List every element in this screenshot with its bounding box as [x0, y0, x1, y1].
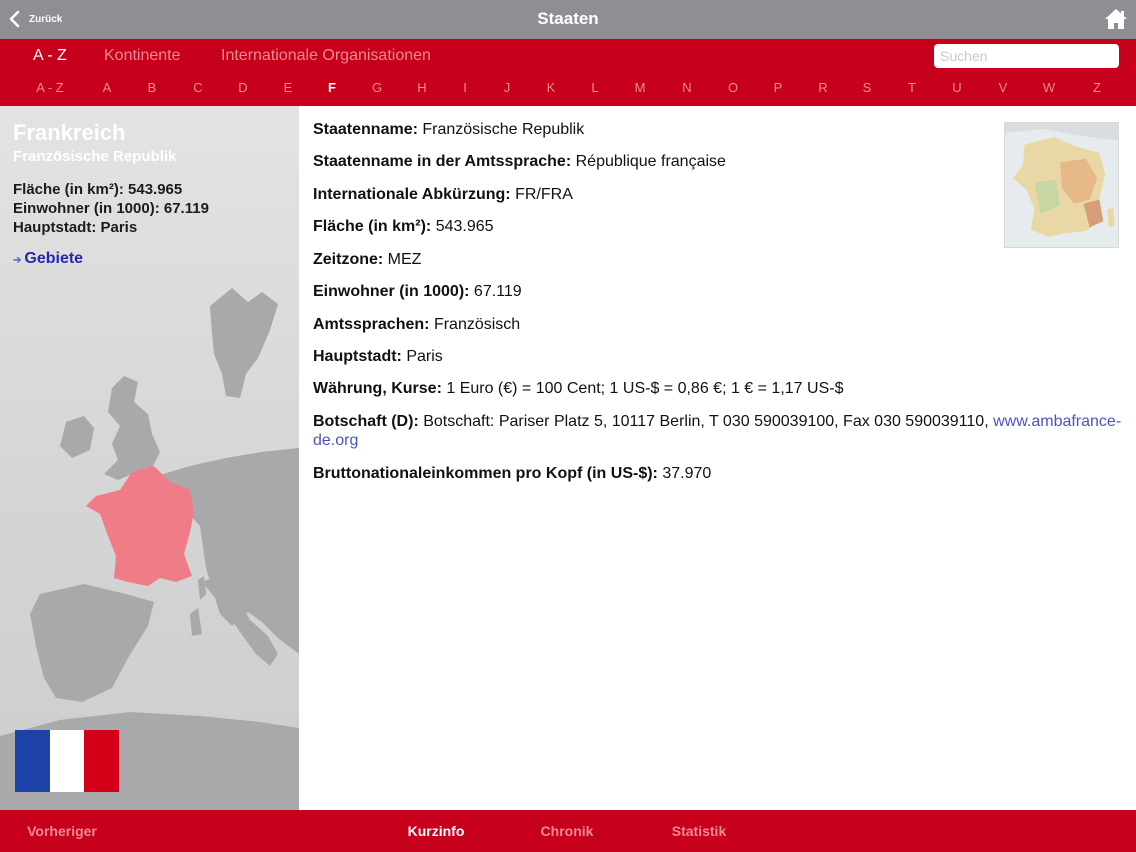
official-name: Französische Republik	[13, 148, 177, 165]
letter-m[interactable]: M	[635, 80, 646, 95]
detail-label: Botschaft (D):	[313, 413, 419, 430]
detail-label: Staatenname in der Amtssprache:	[313, 153, 572, 170]
filter-bar: A - Z Kontinente Internationale Organisa…	[0, 39, 1136, 106]
detail-zeitzone: Zeitzone: MEZ	[313, 250, 1123, 269]
detail-flaeche: Fläche (in km²): 543.965	[313, 217, 1123, 236]
letter-s[interactable]: S	[863, 80, 872, 95]
letter-r[interactable]: R	[818, 80, 827, 95]
segment-kontinente[interactable]: Kontinente	[104, 47, 181, 65]
detail-label: Bruttonationaleinkommen pro Kopf (in US-…	[313, 465, 658, 482]
segment-internationale-organisationen[interactable]: Internationale Organisationen	[221, 47, 431, 65]
app: Zurück Staaten A - Z Kontinente Internat…	[0, 0, 1136, 852]
gebiete-link[interactable]: ➔ Gebiete	[13, 250, 83, 268]
detail-label: Währung, Kurse:	[313, 380, 442, 397]
detail-value: FR/FRA	[515, 186, 573, 203]
letter-all[interactable]: A - Z	[36, 80, 63, 95]
tab-kurzinfo[interactable]: Kurzinfo	[408, 823, 465, 839]
fact-capital: Hauptstadt: Paris	[13, 219, 138, 236]
back-button[interactable]: Zurück	[8, 9, 62, 29]
detail-label: Fläche (in km²):	[313, 218, 432, 235]
home-icon[interactable]	[1104, 8, 1128, 30]
detail-label: Staatenname:	[313, 121, 418, 138]
detail-value: MEZ	[387, 251, 422, 268]
letter-index: A - Z A B C D E F G H I J K L M N O P R …	[0, 80, 1136, 98]
letter-p[interactable]: P	[774, 80, 783, 95]
detail-hauptstadt: Hauptstadt: Paris	[313, 347, 1123, 366]
detail-label: Einwohner (in 1000):	[313, 283, 470, 300]
detail-label: Internationale Abkürzung:	[313, 186, 511, 203]
letter-l[interactable]: L	[591, 80, 598, 95]
detail-value: Paris	[406, 348, 443, 365]
letter-c[interactable]: C	[193, 80, 202, 95]
letter-g[interactable]: G	[372, 80, 382, 95]
detail-value: Französische Republik	[422, 121, 585, 138]
key-facts: Fläche (in km²): 543.965 Einwohner (in 1…	[13, 180, 209, 237]
letter-a[interactable]: A	[103, 80, 112, 95]
letter-t[interactable]: T	[908, 80, 916, 95]
letter-n[interactable]: N	[682, 80, 691, 95]
detail-einwohner: Einwohner (in 1000): 67.119	[313, 282, 1123, 301]
search-input[interactable]	[934, 44, 1119, 68]
letter-z[interactable]: Z	[1093, 80, 1101, 95]
page-title: Staaten	[537, 9, 599, 28]
letter-u[interactable]: U	[952, 80, 961, 95]
country-name: Frankreich	[13, 120, 126, 145]
country-sidebar: Frankreich Französische Republik Fläche …	[0, 106, 299, 810]
detail-value: 67.119	[473, 283, 522, 300]
letter-h[interactable]: H	[417, 80, 426, 95]
detail-value: 37.970	[662, 465, 712, 482]
detail-staatenname: Staatenname: Französische Republik	[313, 120, 1123, 139]
detail-amtssprachen: Amtssprachen: Französisch	[313, 315, 1123, 334]
letter-w[interactable]: W	[1043, 80, 1055, 95]
detail-label: Hauptstadt:	[313, 348, 402, 365]
letter-i[interactable]: I	[463, 80, 467, 95]
detail-label: Amtssprachen:	[313, 316, 430, 333]
flag-stripe-white	[49, 730, 85, 792]
country-details: Staatenname: Französische Republik Staat…	[299, 106, 1136, 810]
previous-button[interactable]: Vorheriger	[27, 823, 97, 839]
detail-botschaft: Botschaft (D): Botschaft: Pariser Platz …	[313, 412, 1123, 450]
fact-area: Fläche (in km²): 543.965	[13, 181, 183, 198]
country-map-thumbnail[interactable]	[1004, 122, 1119, 248]
letter-f[interactable]: F	[328, 80, 336, 95]
detail-value: Botschaft: Pariser Platz 5, 10117 Berlin…	[423, 413, 989, 430]
detail-waehrung: Währung, Kurse: 1 Euro (€) = 100 Cent; 1…	[313, 379, 1123, 398]
flag-stripe-red	[84, 730, 120, 792]
flag-stripe-blue	[15, 730, 50, 792]
detail-bruttonationaleinkommen: Bruttonationaleinkommen pro Kopf (in US-…	[313, 464, 1123, 483]
arrow-right-icon: ➔	[13, 255, 22, 266]
detail-amtssprache-name: Staatenname in der Amtssprache: Républiq…	[313, 152, 1123, 171]
title-bar: Zurück Staaten	[0, 0, 1136, 39]
detail-value: 1 Euro (€) = 100 Cent; 1 US-$ = 0,86 €; …	[446, 380, 844, 397]
chevron-left-icon	[9, 10, 20, 28]
tab-chronik[interactable]: Chronik	[541, 823, 594, 839]
letter-b[interactable]: B	[148, 80, 157, 95]
letter-v[interactable]: V	[999, 80, 1008, 95]
letter-k[interactable]: K	[547, 80, 556, 95]
fact-population: Einwohner (in 1000): 67.119	[13, 200, 209, 217]
letter-o[interactable]: O	[728, 80, 738, 95]
detail-value: République française	[575, 153, 726, 170]
detail-abkuerzung: Internationale Abkürzung: FR/FRA	[313, 185, 1123, 204]
detail-label: Zeitzone:	[313, 251, 384, 268]
gebiete-label: Gebiete	[24, 250, 84, 267]
detail-value: 543.965	[435, 218, 494, 235]
letter-e[interactable]: E	[284, 80, 293, 95]
bottom-tab-bar: Vorheriger Kurzinfo Chronik Statistik	[0, 810, 1136, 852]
detail-value: Französisch	[433, 316, 521, 333]
letter-j[interactable]: J	[504, 80, 511, 95]
flag-image	[15, 730, 120, 792]
tab-statistik[interactable]: Statistik	[672, 823, 726, 839]
segment-a-z[interactable]: A - Z	[33, 47, 67, 65]
letter-d[interactable]: D	[238, 80, 247, 95]
back-label: Zurück	[29, 13, 63, 25]
